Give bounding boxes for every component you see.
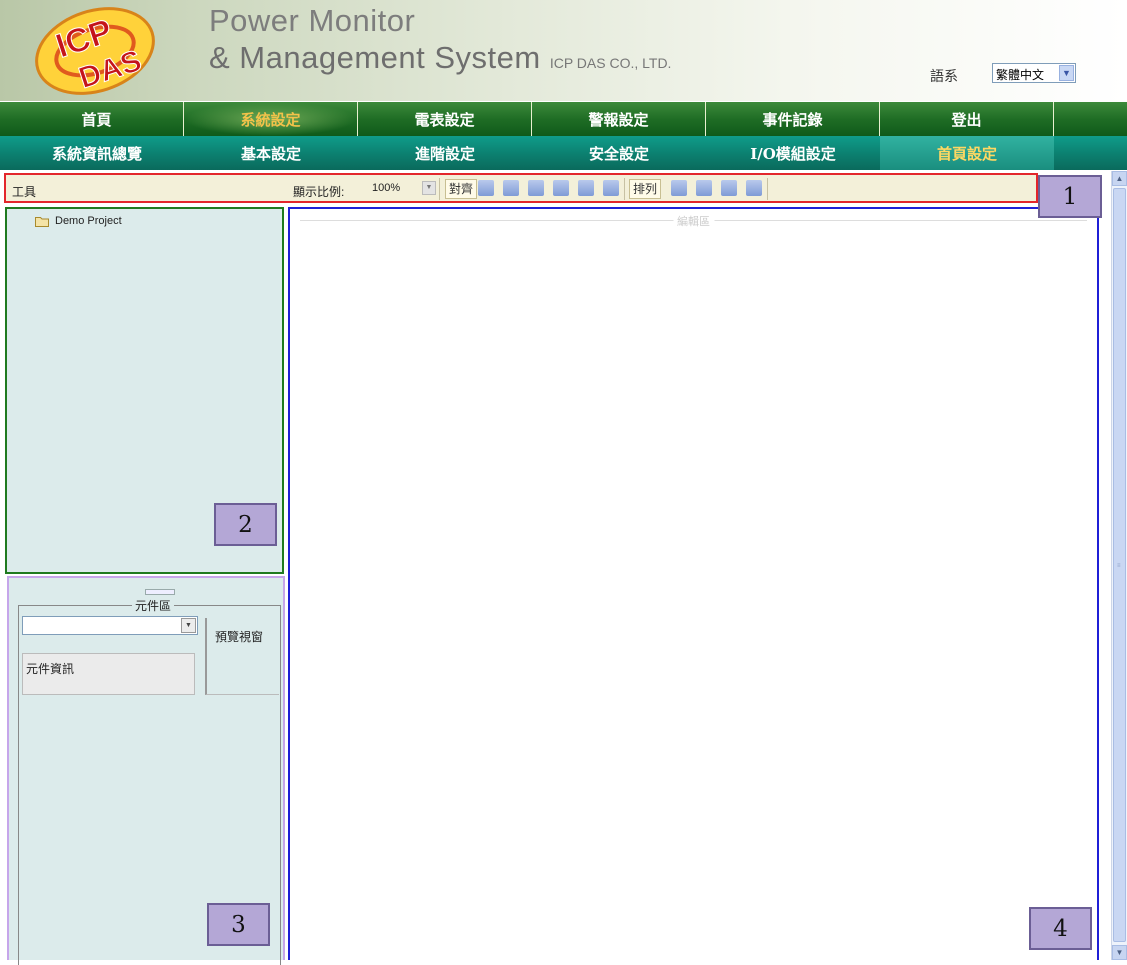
align-left-icon[interactable]	[553, 180, 569, 196]
subnav-basic-settings[interactable]: 基本設定	[184, 136, 358, 170]
subnav-io-module-settings[interactable]: I/O模組設定	[706, 136, 880, 170]
align-right-icon[interactable]	[603, 180, 619, 196]
component-info: 元件資訊	[22, 653, 195, 695]
nav-event-log[interactable]: 事件記錄	[706, 102, 880, 136]
callout-1: 1	[1038, 175, 1102, 218]
sub-nav: 系統資訊總覽 基本設定 進階設定 安全設定 I/O模組設定 首頁設定	[0, 136, 1127, 170]
subnav-security-settings[interactable]: 安全設定	[532, 136, 706, 170]
subnav-homepage-settings[interactable]: 首頁設定	[880, 136, 1054, 170]
zoom-label: 顯示比例:	[293, 185, 345, 199]
toolbar-divider	[624, 178, 625, 200]
send-to-back-icon[interactable]	[746, 180, 762, 196]
zoom-select[interactable]: 100% ▼	[370, 179, 438, 198]
preview-label: 預覽視窗	[215, 630, 264, 644]
align-middle-icon[interactable]	[503, 180, 519, 196]
editor-canvas[interactable]: 編輯區	[288, 207, 1099, 960]
folder-icon	[35, 216, 49, 227]
vertical-scrollbar[interactable]: ▲ ≡ ▼	[1111, 171, 1127, 960]
main-nav: 首頁 系統設定 電表設定 警報設定 事件記錄 登出	[0, 102, 1127, 136]
nav-home[interactable]: 首頁	[10, 102, 184, 136]
company-name: ICP DAS CO., LTD.	[549, 55, 672, 71]
editor-legend: 編輯區	[300, 213, 1087, 229]
nav-meter-settings[interactable]: 電表設定	[358, 102, 532, 136]
callout-3: 3	[207, 903, 270, 946]
toolbar-label: 工具	[12, 185, 37, 199]
app-title-line2: & Management System ICP DAS CO., LTD.	[209, 40, 671, 76]
subnav-advanced-settings[interactable]: 進階設定	[358, 136, 532, 170]
arrange-button[interactable]: 排列	[629, 179, 662, 199]
align-top-icon[interactable]	[478, 180, 494, 196]
preview-window: 預覽視窗	[205, 618, 279, 695]
subnav-system-overview[interactable]: 系統資訊總覽	[10, 136, 184, 170]
header: ICP DAS Power Monitor & Management Syste…	[0, 0, 1127, 101]
icpdas-logo: ICP DAS	[35, 7, 155, 96]
align-center-icon[interactable]	[578, 180, 594, 196]
chevron-down-icon[interactable]: ▼	[422, 181, 436, 195]
language-label: 語系	[930, 68, 958, 84]
nav-system-settings[interactable]: 系統設定	[184, 102, 358, 136]
callout-2: 2	[214, 503, 277, 546]
tree-item-project[interactable]: Demo Project	[35, 215, 122, 227]
grip-icon: ≡	[1117, 563, 1121, 569]
scroll-down-icon[interactable]: ▼	[1112, 945, 1127, 960]
language-value: 繁體中文	[996, 68, 1045, 82]
component-select[interactable]: ▼	[22, 616, 198, 635]
resize-handle[interactable]	[145, 589, 175, 595]
align-bottom-icon[interactable]	[528, 180, 544, 196]
chevron-down-icon[interactable]: ▼	[181, 618, 196, 633]
send-backward-icon[interactable]	[696, 180, 712, 196]
editor-legend-label: 編輯區	[673, 213, 714, 229]
align-button[interactable]: 對齊	[445, 179, 478, 199]
scroll-thumb[interactable]: ≡	[1113, 188, 1126, 942]
callout-4: 4	[1029, 907, 1092, 950]
nav-logout[interactable]: 登出	[880, 102, 1054, 136]
component-info-label: 元件資訊	[26, 662, 75, 676]
app-title-line1: Power Monitor	[209, 3, 416, 38]
chevron-down-icon[interactable]: ▼	[1059, 65, 1074, 81]
project-name: Demo Project	[55, 215, 122, 227]
nav-alarm-settings[interactable]: 警報設定	[532, 102, 706, 136]
toolbar: 工具 顯示比例: 100% ▼ 對齊 排列	[4, 173, 1038, 203]
language-select[interactable]: 繁體中文 ▼	[992, 63, 1076, 83]
toolbar-divider	[439, 178, 440, 200]
toolbar-divider	[767, 178, 768, 200]
component-panel-title: 元件區	[132, 597, 175, 614]
zoom-value: 100%	[372, 182, 401, 194]
bring-forward-icon[interactable]	[671, 180, 687, 196]
bring-to-front-icon[interactable]	[721, 180, 737, 196]
scroll-up-icon[interactable]: ▲	[1112, 171, 1127, 186]
app-title-text: & Management System	[209, 40, 541, 75]
